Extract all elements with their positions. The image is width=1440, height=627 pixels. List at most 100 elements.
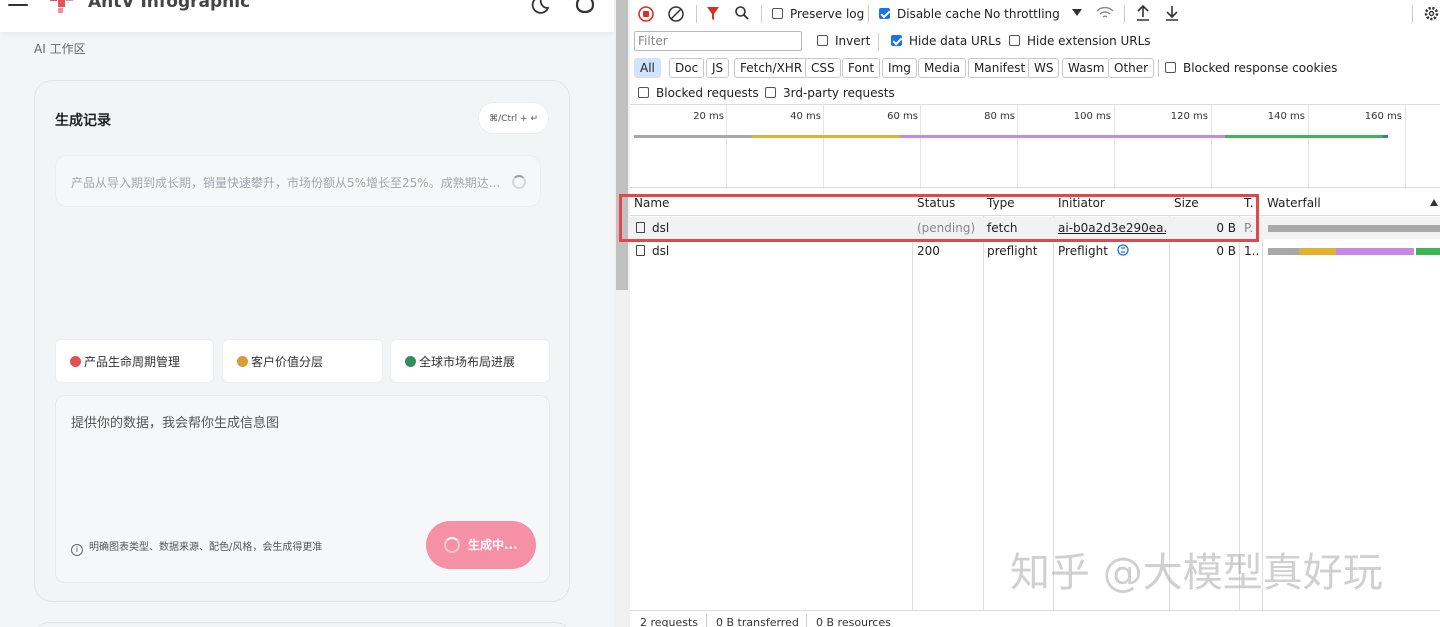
tick-label: 40 ms <box>790 111 821 122</box>
scrollbar[interactable] <box>614 0 630 627</box>
export-har-icon[interactable] <box>1164 4 1180 22</box>
tick-label: 160 ms <box>1364 111 1402 122</box>
column-header-time[interactable]: T. <box>1244 190 1254 216</box>
waterfall-download-bar <box>1416 248 1440 255</box>
type-filter-ws[interactable]: WS <box>1028 58 1060 78</box>
chip-product-lifecycle[interactable]: 产品生命周期管理 <box>55 339 214 383</box>
type-filter-img[interactable]: Img <box>882 58 917 78</box>
type-filter-all[interactable]: All <box>634 58 661 78</box>
checkbox[interactable] <box>772 8 783 19</box>
settings-gear-icon[interactable] <box>1423 5 1440 22</box>
tick-label: 100 ms <box>1073 111 1111 122</box>
type-filter-media[interactable]: Media <box>918 58 967 78</box>
dark-mode-icon[interactable] <box>528 0 550 16</box>
table-row[interactable]: dsl (pending) fetch ai-b0a2d3e290ea... 0… <box>630 217 1440 239</box>
preflight-info-icon[interactable] <box>1117 244 1129 256</box>
checkbox[interactable] <box>638 87 649 98</box>
waterfall-queue-bar <box>1268 248 1299 255</box>
timeline-overview[interactable]: 20 ms 40 ms 60 ms 80 ms 100 ms 120 ms 14… <box>630 104 1440 189</box>
label: Hide data URLs <box>909 34 1002 48</box>
chip-customer-value[interactable]: 客户价值分层 <box>222 339 383 383</box>
menu-icon[interactable] <box>8 0 28 12</box>
cell-size: 0 B <box>1216 244 1236 258</box>
label: Blocked requests <box>656 86 759 100</box>
tick-label: 120 ms <box>1170 111 1208 122</box>
timeline-waiting-segment <box>900 135 1225 138</box>
hide-data-urls-checkbox[interactable]: Hide data URLs <box>891 34 1001 48</box>
preserve-log-checkbox[interactable]: Preserve log <box>772 7 864 21</box>
column-header-type[interactable]: Type <box>987 190 1015 216</box>
chip-label: 客户价值分层 <box>251 355 324 369</box>
request-count: 2 requests <box>640 616 699 627</box>
checkbox[interactable] <box>891 35 902 46</box>
hide-extension-urls-checkbox[interactable]: Hide extension URLs <box>1009 34 1151 48</box>
throttling-select[interactable]: No throttling <box>984 7 1060 21</box>
type-filter-other[interactable]: Other <box>1108 58 1155 78</box>
separator <box>696 5 697 23</box>
type-filter-wasm[interactable]: Wasm <box>1062 58 1111 78</box>
globe-icon <box>405 356 416 367</box>
history-card: 生成记录 ⌘/Ctrl + ↵ 产品从导入期到成长期，销量快速攀升，市场份额从5… <box>34 80 570 602</box>
github-icon[interactable] <box>574 0 596 16</box>
app-pane: AntV Infographic AI 工作区 生成记录 ⌘/Ctrl + ↵ … <box>0 0 614 627</box>
checkbox[interactable] <box>879 8 890 19</box>
prompt-input[interactable]: 提供你的数据，我会帮你生成信息图 i 明确图表类型、数据来源、配色/风格，会生成得… <box>55 395 550 583</box>
app-header: AntV Infographic <box>0 0 614 32</box>
breadcrumb: AI 工作区 <box>34 42 86 56</box>
generate-button[interactable]: 生成中... <box>426 521 536 569</box>
type-filter-js[interactable]: JS <box>706 58 730 78</box>
column-header-waterfall[interactable]: Waterfall <box>1267 190 1321 216</box>
chip-global-market[interactable]: 全球市场布局进展 <box>390 339 550 383</box>
blocked-requests-checkbox[interactable]: Blocked requests <box>638 86 759 100</box>
logo-icon <box>50 0 73 13</box>
third-party-requests-checkbox[interactable]: 3rd-party requests <box>765 86 895 100</box>
type-filter-css[interactable]: CSS <box>805 58 841 78</box>
history-item[interactable]: 产品从导入期到成长期，销量快速攀升，市场份额从5%增长至25%。成熟期达... <box>55 155 541 207</box>
prompt-placeholder: 提供你的数据，我会帮你生成信息图 <box>71 416 280 431</box>
type-filter-font[interactable]: Font <box>842 58 881 78</box>
column-header-initiator[interactable]: Initiator <box>1058 190 1105 216</box>
cell-name: dsl <box>636 240 906 262</box>
checkbox[interactable] <box>765 87 776 98</box>
checkbox[interactable] <box>1009 35 1020 46</box>
cell-type: preflight <box>987 244 1038 258</box>
cell-initiator-link[interactable]: ai-b0a2d3e290ea... <box>1058 217 1166 239</box>
checkbox[interactable] <box>817 35 828 46</box>
money-bag-icon <box>237 356 248 367</box>
grid-line <box>1308 105 1309 189</box>
disable-cache-checkbox[interactable]: Disable cache <box>879 7 981 21</box>
filter-icon[interactable] <box>706 6 720 22</box>
watermark: 知乎 @大模型真好玩 <box>1010 550 1383 596</box>
devtools-network-panel: Preserve log Disable cache No throttling <box>619 0 1440 627</box>
filter-bar: Filter Invert Hide data URLs Hide extens… <box>630 28 1440 54</box>
grid-line <box>1114 105 1115 189</box>
document-icon <box>636 222 645 233</box>
label: Preserve log <box>790 7 865 21</box>
clear-icon[interactable] <box>667 5 685 23</box>
info-icon: i <box>71 544 83 556</box>
chevron-down-icon[interactable] <box>1072 9 1082 17</box>
type-filter-manifest[interactable]: Manifest <box>968 58 1032 78</box>
sort-up-icon[interactable] <box>1430 199 1438 206</box>
column-header-status[interactable]: Status <box>917 190 955 216</box>
grid-line <box>1405 105 1406 189</box>
search-icon[interactable] <box>734 5 750 21</box>
target-icon <box>70 356 81 367</box>
table-row[interactable]: dsl 200 preflight Preflight 0 B 1... <box>630 240 1440 262</box>
column-header-size[interactable]: Size <box>1174 190 1199 216</box>
scrollbar-thumb[interactable] <box>616 0 628 290</box>
timeline-download-segment <box>1225 135 1383 138</box>
type-filter-doc[interactable]: Doc <box>669 58 705 78</box>
checkbox[interactable] <box>1165 62 1176 73</box>
invert-checkbox[interactable]: Invert <box>817 34 870 48</box>
network-conditions-icon[interactable] <box>1096 5 1114 21</box>
filter-input[interactable]: Filter <box>634 31 802 51</box>
label: Disable cache <box>897 7 981 21</box>
card-title: 生成记录 <box>55 113 111 129</box>
record-icon[interactable] <box>637 5 655 23</box>
column-header-name[interactable]: Name <box>634 190 669 216</box>
import-har-icon[interactable] <box>1135 4 1151 22</box>
cell-size: 0 B <box>1216 221 1236 235</box>
blocked-response-cookies-checkbox[interactable]: Blocked response cookies <box>1165 61 1337 75</box>
type-filter-fetch-xhr[interactable]: Fetch/XHR <box>734 58 809 78</box>
